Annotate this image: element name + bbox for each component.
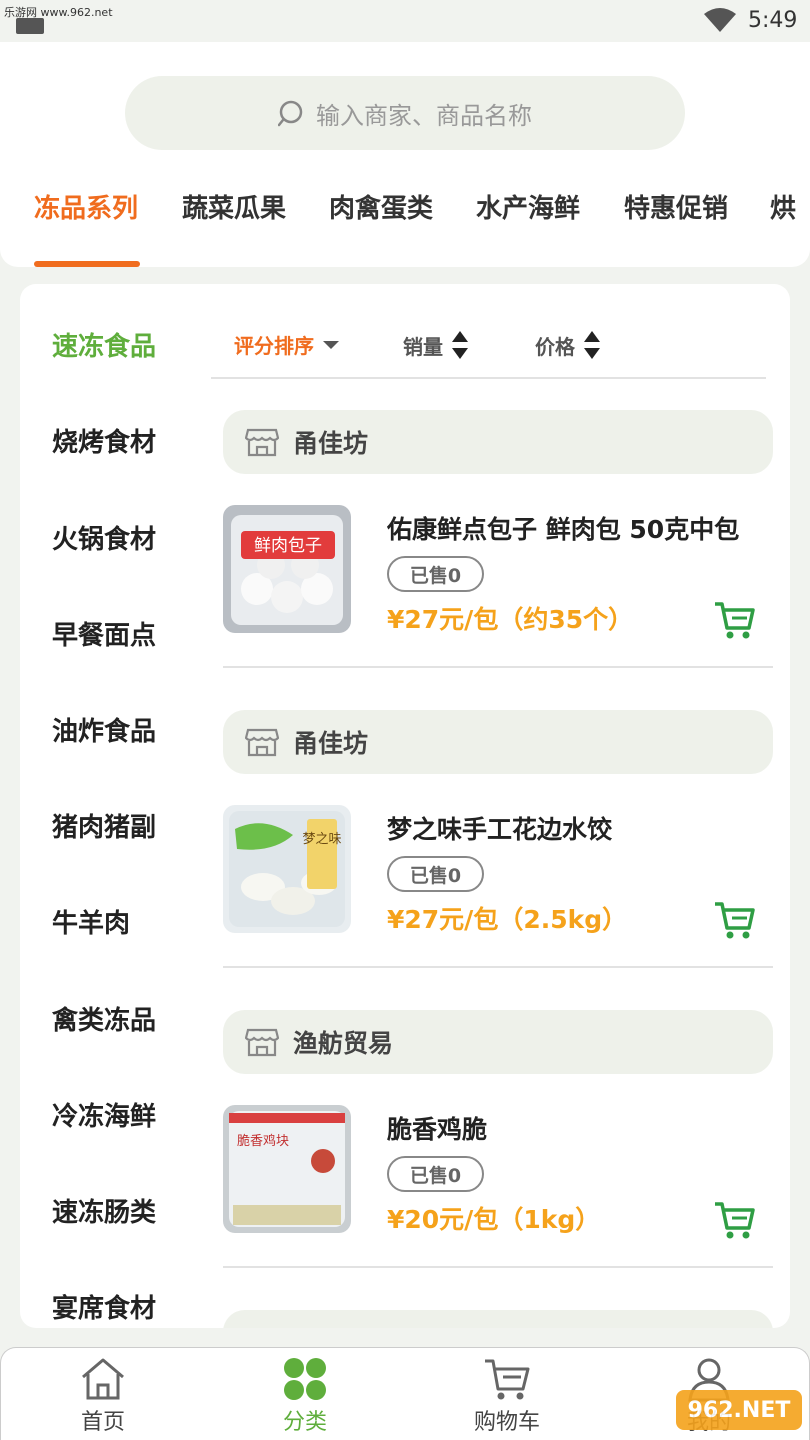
- product-image[interactable]: 脆香鸡块: [223, 1105, 351, 1233]
- product-price: ¥27元/包（约35个）: [387, 605, 634, 634]
- item-divider: [223, 1266, 773, 1268]
- sort-by-price[interactable]: 价格: [535, 330, 601, 360]
- sort-by-rating[interactable]: 评分排序: [234, 330, 340, 359]
- nav-home[interactable]: 首页: [33, 1348, 173, 1440]
- search-placeholder: 输入商家、商品名称: [316, 101, 532, 130]
- add-to-cart-icon[interactable]: [713, 600, 755, 640]
- category-beef-lamb[interactable]: 牛羊肉: [52, 903, 130, 940]
- image-label: 梦之味: [302, 832, 341, 847]
- store-icon: [245, 728, 279, 757]
- wifi-icon: [704, 8, 736, 32]
- sort-by-sales[interactable]: 销量: [403, 330, 469, 360]
- sort-rating-label: 评分排序: [234, 334, 314, 358]
- category-sausage[interactable]: 速冻肠类: [52, 1192, 156, 1229]
- home-icon: [82, 1358, 124, 1400]
- add-to-cart-icon[interactable]: [713, 900, 755, 940]
- search-icon: [278, 100, 303, 127]
- store-icon: [245, 428, 279, 457]
- add-to-cart-icon[interactable]: [713, 1200, 755, 1240]
- sort-arrows-icon: [584, 331, 600, 359]
- tab-vegetables[interactable]: 蔬菜瓜果: [182, 188, 286, 225]
- category-banquet[interactable]: 宴席食材: [52, 1288, 156, 1325]
- product-image[interactable]: 梦之味: [223, 805, 351, 933]
- nav-category-label: 分类: [282, 1410, 327, 1435]
- nav-category[interactable]: 分类: [235, 1348, 375, 1440]
- watermark-logo: 962.NET: [676, 1390, 802, 1430]
- sold-badge: 已售0: [387, 856, 484, 892]
- image-label: 脆香鸡块: [237, 1133, 289, 1149]
- shop-name: 甬佳坊: [293, 729, 369, 758]
- item-divider: [223, 666, 773, 668]
- shop-name: 甬佳坊: [293, 429, 369, 458]
- cart-icon: [485, 1359, 530, 1400]
- tab-bakery[interactable]: 烘: [770, 188, 796, 225]
- category-hotpot[interactable]: 火锅食材: [52, 519, 156, 556]
- nav-cart[interactable]: 购物车: [437, 1348, 577, 1440]
- image-label: 鲜肉包子: [254, 536, 322, 556]
- status-bar: 乐游网 www.962.net 5:49: [0, 0, 810, 42]
- sold-badge: 已售0: [387, 1156, 484, 1192]
- product-price: ¥27元/包（2.5kg）: [387, 905, 628, 934]
- product-name[interactable]: 脆香鸡脆: [387, 1110, 487, 1146]
- caret-down-icon: [323, 340, 339, 349]
- tab-seafood[interactable]: 水产海鲜: [476, 188, 580, 225]
- product-price: ¥20元/包（1kg）: [387, 1205, 601, 1234]
- header: 输入商家、商品名称 冻品系列 蔬菜瓜果 肉禽蛋类 水产海鲜 特惠促销 烘: [0, 42, 810, 267]
- category-fried[interactable]: 油炸食品: [52, 711, 156, 748]
- clover-icon: [284, 1358, 326, 1400]
- active-tab-indicator: [34, 261, 140, 267]
- category-quick-frozen[interactable]: 速冻食品: [52, 326, 156, 363]
- tab-frozen[interactable]: 冻品系列: [34, 188, 138, 225]
- product-name[interactable]: 梦之味手工花边水饺: [387, 810, 612, 846]
- sort-price-label: 价格: [535, 334, 575, 359]
- category-poultry[interactable]: 禽类冻品: [52, 1000, 156, 1037]
- product-name[interactable]: 佑康鲜点包子 鲜肉包 50克中包: [387, 510, 739, 546]
- tab-promotions[interactable]: 特惠促销: [624, 188, 728, 225]
- shop-name: 渔舫贸易: [293, 1029, 394, 1058]
- nav-cart-label: 购物车: [473, 1410, 540, 1435]
- clock: 5:49: [748, 8, 798, 33]
- shop-header[interactable]: 甬佳坊: [223, 710, 773, 774]
- category-bbq[interactable]: 烧烤食材: [52, 422, 156, 459]
- content-panel: 速冻食品 烧烤食材 火锅食材 早餐面点 油炸食品 猪肉猪副 牛羊肉 禽类冻品 冷…: [20, 284, 790, 1328]
- category-tabs: 冻品系列 蔬菜瓜果 肉禽蛋类 水产海鲜 特惠促销 烘: [0, 182, 810, 267]
- item-divider: [223, 966, 773, 968]
- search-bar[interactable]: 输入商家、商品名称: [125, 76, 685, 150]
- shop-header-partial[interactable]: [223, 1310, 773, 1328]
- nav-home-label: 首页: [80, 1410, 125, 1435]
- sold-badge: 已售0: [387, 556, 484, 592]
- tab-meat-eggs[interactable]: 肉禽蛋类: [329, 188, 433, 225]
- sort-arrows-icon: [452, 331, 468, 359]
- shop-header[interactable]: 甬佳坊: [223, 410, 773, 474]
- category-breakfast[interactable]: 早餐面点: [52, 615, 156, 652]
- sort-divider: [211, 377, 766, 379]
- notification-icon: [16, 18, 44, 34]
- category-pork[interactable]: 猪肉猪副: [52, 807, 156, 844]
- shop-header[interactable]: 渔舫贸易: [223, 1010, 773, 1074]
- category-frozen-seafood[interactable]: 冷冻海鲜: [52, 1096, 156, 1133]
- product-image[interactable]: 鲜肉包子: [223, 505, 351, 633]
- sort-sales-label: 销量: [403, 334, 443, 359]
- store-icon: [245, 1028, 279, 1057]
